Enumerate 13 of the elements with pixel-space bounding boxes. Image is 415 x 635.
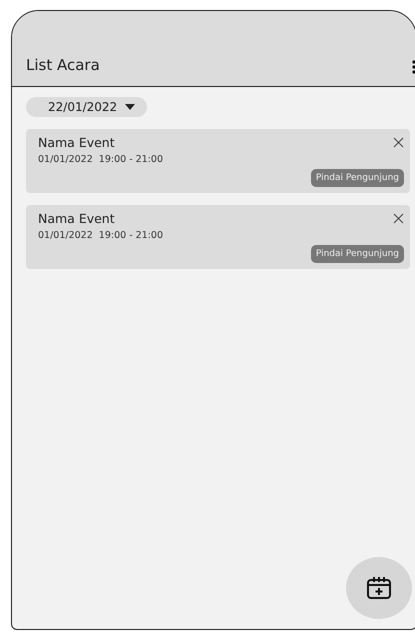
calendar-add-icon — [366, 576, 392, 600]
close-icon[interactable] — [393, 213, 404, 224]
caret-icon — [125, 104, 136, 110]
event-name: Nama Event — [38, 135, 115, 150]
date-dropdown[interactable]: 22/01/2022 — [26, 97, 148, 117]
event-name: Nama Event — [38, 211, 115, 226]
close-icon[interactable] — [393, 137, 404, 148]
scan-visitors-button[interactable]: Pindai Pengunjung — [310, 169, 404, 187]
event-datetime: 01/01/2022 19:00 - 21:00 — [38, 154, 164, 165]
scan-visitors-button[interactable]: Pindai Pengunjung — [310, 245, 404, 263]
more-icon[interactable] — [412, 60, 415, 74]
screen-title: List Acara — [26, 56, 100, 74]
event-datetime: 01/01/2022 19:00 - 21:00 — [38, 230, 164, 241]
